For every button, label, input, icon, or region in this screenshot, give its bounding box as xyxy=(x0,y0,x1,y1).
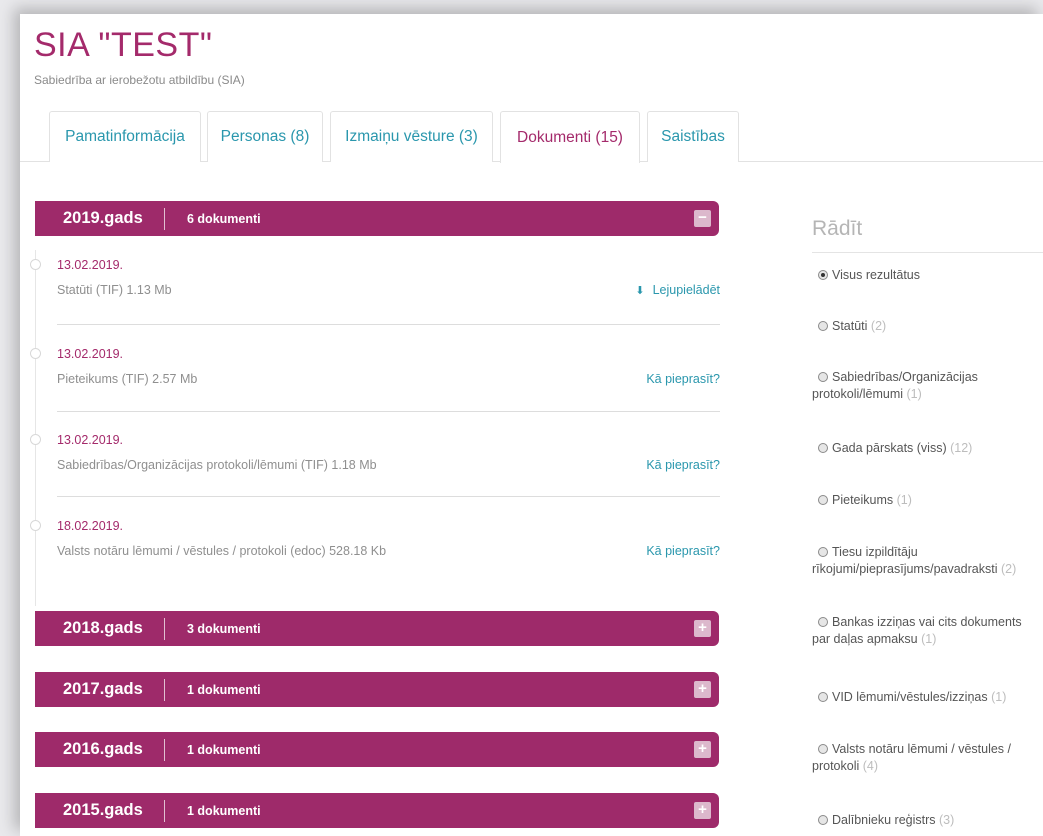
year-bar-2019[interactable]: 2019.gads 6 dokumenti − xyxy=(35,201,719,236)
year-document-count: 1 dokumenti xyxy=(187,682,261,697)
filter-option-bankas-izzinas[interactable]: Bankas izziņas vai cits dokuments par da… xyxy=(812,614,1043,648)
radio-icon[interactable] xyxy=(818,270,828,280)
filter-title: Rādīt xyxy=(812,217,863,240)
filter-option-count: (12) xyxy=(950,441,973,455)
filter-option-label: Bankas izziņas vai cits dokuments par da… xyxy=(812,615,1022,646)
document-item: 13.02.2019. Pieteikums (TIF) 2.57 Mb Kā … xyxy=(57,347,720,386)
document-item: 18.02.2019. Valsts notāru lēmumi / vēstu… xyxy=(57,519,720,558)
filter-option-label: Visus rezultātus xyxy=(832,268,921,282)
filter-option-statuti[interactable]: Statūti (2) xyxy=(812,318,1043,335)
filter-option-count: (3) xyxy=(939,813,955,827)
year-label: 2017.gads xyxy=(63,680,143,698)
company-type: Sabiedrība ar ierobežotu atbildību (SIA) xyxy=(34,73,245,87)
filter-option-label: Statūti xyxy=(832,319,868,333)
tab-personas[interactable]: Personas (8) xyxy=(207,111,323,162)
tab-dokumenti[interactable]: Dokumenti (15) xyxy=(500,111,640,163)
filter-option-label: Tiesu izpildītāju rīkojumi/pieprasījums/… xyxy=(812,545,998,576)
how-to-request-link[interactable]: Kā pieprasīt? xyxy=(646,544,720,558)
timeline-line xyxy=(35,250,36,606)
filter-option-count: (2) xyxy=(1000,562,1017,576)
divider xyxy=(57,324,720,325)
document-name: Sabiedrības/Organizācijas protokoli/lēmu… xyxy=(57,458,377,472)
filter-option-count: (1) xyxy=(896,493,912,507)
page: SIA "TEST" Sabiedrība ar ierobežotu atbi… xyxy=(20,14,1043,836)
year-bar-2015[interactable]: 2015.gads 1 dokumenti + xyxy=(35,793,719,828)
filter-option-count: (4) xyxy=(862,759,879,773)
year-bar-2018[interactable]: 2018.gads 3 dokumenti + xyxy=(35,611,719,646)
divider xyxy=(57,411,720,412)
year-label: 2018.gads xyxy=(63,619,143,637)
filter-option-label: Gada pārskats (viss) xyxy=(832,441,947,455)
year-document-count: 1 dokumenti xyxy=(187,742,261,757)
timeline-dot xyxy=(30,259,41,270)
filter-option-all[interactable]: Visus rezultātus xyxy=(812,267,1043,284)
document-date: 13.02.2019. xyxy=(57,433,124,447)
year-bar-2017[interactable]: 2017.gads 1 dokumenti + xyxy=(35,672,719,707)
document-name: Statūti (TIF) 1.13 Mb xyxy=(57,283,172,297)
filter-option-label: Sabiedrības/Organizācijas protokoli/lēmu… xyxy=(812,370,978,401)
filter-option-label: Pieteikums xyxy=(832,493,894,507)
year-document-count: 6 dokumenti xyxy=(187,211,261,226)
how-to-request-link[interactable]: Kā pieprasīt? xyxy=(646,458,720,472)
expand-icon[interactable]: + xyxy=(694,620,711,637)
document-item: 13.02.2019. Statūti (TIF) 1.13 Mb ⬇ Lejup… xyxy=(57,258,720,297)
tab-saistibas[interactable]: Saistības xyxy=(647,111,739,162)
filter-option-count: (2) xyxy=(870,319,887,333)
divider xyxy=(57,496,720,497)
document-item: 13.02.2019. Sabiedrības/Organizācijas pr… xyxy=(57,433,720,472)
tab-pamatinformacija[interactable]: Pamatinformācija xyxy=(49,111,201,162)
filter-option-label: Dalībnieku reģistrs xyxy=(832,813,936,827)
radio-icon[interactable] xyxy=(818,372,828,382)
filter-option-label: Valsts notāru lēmumi / vēstules / protok… xyxy=(812,742,1012,773)
tab-izmainu-vesture[interactable]: Izmaiņu vēsture (3) xyxy=(330,111,493,162)
year-bar-2016[interactable]: 2016.gads 1 dokumenti + xyxy=(35,732,719,767)
year-label: 2015.gads xyxy=(63,801,143,819)
filter-option-protokoli[interactable]: Sabiedrības/Organizācijas protokoli/lēmu… xyxy=(812,369,1043,403)
document-name: Valsts notāru lēmumi / vēstules / protok… xyxy=(57,544,387,558)
filter-option-count: (1) xyxy=(906,387,922,401)
radio-icon[interactable] xyxy=(818,692,828,702)
tab-bar: Pamatinformācija Personas (8) Izmaiņu vē… xyxy=(20,111,1043,163)
timeline-dot xyxy=(30,348,41,359)
filter-option-gada-parskats[interactable]: Gada pārskats (viss) (12) xyxy=(812,440,1043,457)
filter-option-dalibnieku-registrs[interactable]: Dalībnieku reģistrs (3) xyxy=(812,812,1043,829)
expand-icon[interactable]: + xyxy=(694,802,711,819)
year-label: 2019.gads xyxy=(63,209,143,227)
filter-option-pieteikums[interactable]: Pieteikums (1) xyxy=(812,492,1043,509)
radio-icon[interactable] xyxy=(818,321,828,331)
document-name: Pieteikums (TIF) 2.57 Mb xyxy=(57,372,198,386)
radio-icon[interactable] xyxy=(818,547,828,557)
document-date: 13.02.2019. xyxy=(57,347,124,361)
year-document-count: 1 dokumenti xyxy=(187,803,261,818)
timeline-dot xyxy=(30,434,41,445)
company-title: SIA "TEST" xyxy=(34,26,213,64)
download-label: Lejupielādēt xyxy=(652,283,720,297)
radio-icon[interactable] xyxy=(818,815,828,825)
year-document-count: 3 dokumenti xyxy=(187,621,261,636)
filter-divider xyxy=(812,252,1043,253)
radio-icon[interactable] xyxy=(818,744,828,754)
document-date: 13.02.2019. xyxy=(57,258,124,272)
year-label: 2016.gads xyxy=(63,740,143,758)
filter-option-count: (1) xyxy=(921,632,937,646)
radio-icon[interactable] xyxy=(818,443,828,453)
filter-option-notaru-lemumi[interactable]: Valsts notāru lēmumi / vēstules / protok… xyxy=(812,741,1043,775)
expand-icon[interactable]: + xyxy=(694,741,711,758)
filter-option-count: (1) xyxy=(991,690,1007,704)
download-link[interactable]: ⬇ Lejupielādēt xyxy=(635,283,720,297)
radio-icon[interactable] xyxy=(818,495,828,505)
how-to-request-link[interactable]: Kā pieprasīt? xyxy=(646,372,720,386)
document-date: 18.02.2019. xyxy=(57,519,124,533)
download-icon: ⬇ xyxy=(635,285,645,297)
collapse-icon[interactable]: − xyxy=(694,210,711,227)
filter-option-vid[interactable]: VID lēmumi/vēstules/izziņas (1) xyxy=(812,689,1043,706)
expand-icon[interactable]: + xyxy=(694,681,711,698)
timeline-dot xyxy=(30,520,41,531)
radio-icon[interactable] xyxy=(818,617,828,627)
filter-option-label: VID lēmumi/vēstules/izziņas xyxy=(832,690,988,704)
filter-option-tiesu-izpilditaju[interactable]: Tiesu izpildītāju rīkojumi/pieprasījums/… xyxy=(812,544,1043,578)
